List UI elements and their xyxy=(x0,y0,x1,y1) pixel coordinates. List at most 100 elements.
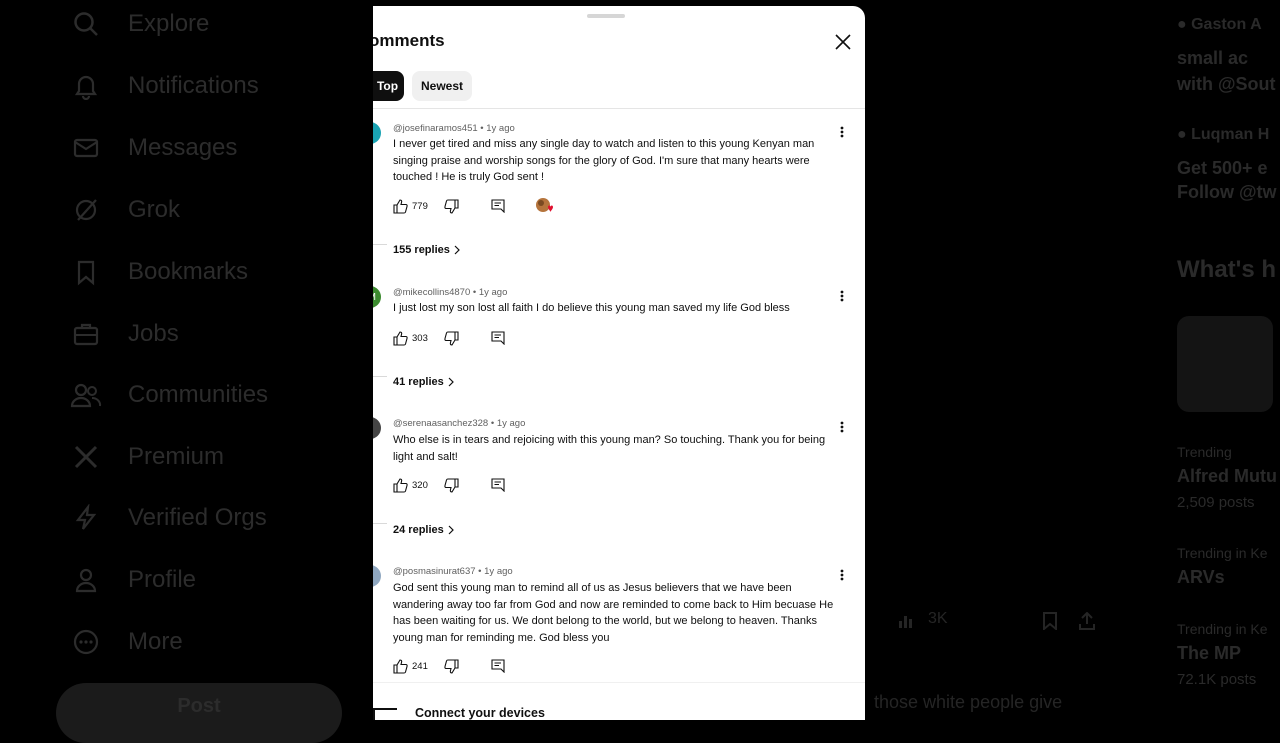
nav-bookmarks-label: Bookmarks xyxy=(128,258,248,286)
thumb-down-icon xyxy=(444,199,459,214)
nav-verified-orgs[interactable]: Verified Orgs xyxy=(70,498,267,538)
comment-text: Who else is in tears and rejoicing with … xyxy=(393,432,841,465)
comment-author[interactable]: @posmasinurat637 xyxy=(393,566,476,577)
connect-devices-link[interactable]: Connect your devices xyxy=(415,706,545,720)
right-user-2-name: Luqman H xyxy=(1191,126,1269,143)
reply-button[interactable] xyxy=(491,199,505,213)
right-column: ● Gaston A small ac with @Sout ● Luqman … xyxy=(1177,0,1280,720)
comment-time: 1y ago xyxy=(479,287,508,298)
right-user-1-name: Gaston A xyxy=(1191,16,1262,33)
nav-verified-orgs-label: Verified Orgs xyxy=(128,504,267,532)
tab-newest[interactable]: Newest xyxy=(412,71,472,101)
nav-more[interactable]: More xyxy=(70,622,183,662)
whats-happening-title: What's h xyxy=(1177,256,1276,284)
trend-1-posts: 2,509 posts xyxy=(1177,494,1255,511)
comment-author[interactable]: @josefinaramos451 xyxy=(393,123,478,134)
trend-3-title[interactable]: The MP xyxy=(1177,643,1241,664)
drag-handle[interactable] xyxy=(587,14,625,18)
trend-2-meta: Trending in Ke xyxy=(1177,545,1268,561)
nav-notifications-label: Notifications xyxy=(128,72,259,100)
avatar[interactable]: M xyxy=(373,286,381,308)
thumb-down-icon xyxy=(444,659,459,674)
nav-premium[interactable]: Premium xyxy=(70,437,224,477)
comment-actions: 241 xyxy=(393,657,505,675)
thumb-down-icon xyxy=(444,331,459,346)
comment-author[interactable]: @mikecollins4870 xyxy=(393,287,470,298)
comment-time: 1y ago xyxy=(484,566,513,577)
nav-more-label: More xyxy=(128,628,183,656)
avatar[interactable] xyxy=(373,122,381,144)
trend-thumbnail[interactable] xyxy=(1177,316,1273,412)
bookmark-post-icon[interactable] xyxy=(1042,612,1058,630)
close-button[interactable] xyxy=(831,30,855,54)
thumb-down-icon xyxy=(444,478,459,493)
nav-communities[interactable]: Communities xyxy=(70,375,268,415)
like-button[interactable]: 241 xyxy=(393,659,428,674)
nav-jobs[interactable]: Jobs xyxy=(70,314,179,354)
nav-premium-label: Premium xyxy=(128,443,224,471)
comment-text: I never get tired and miss any single da… xyxy=(393,136,841,186)
footer-divider xyxy=(373,682,865,683)
share-icon[interactable] xyxy=(1078,612,1096,630)
reply-button[interactable] xyxy=(491,659,505,673)
reply-button[interactable] xyxy=(491,331,505,345)
avatar-letter: M xyxy=(373,292,376,303)
thumb-up-icon xyxy=(393,478,408,493)
nav-profile[interactable]: Profile xyxy=(70,560,196,600)
like-count: 303 xyxy=(412,333,428,344)
chevron-right-icon xyxy=(454,245,460,255)
nav-explore-label: Explore xyxy=(128,10,209,38)
x-logo-icon xyxy=(70,441,102,473)
post-text-fragment: those white people give xyxy=(874,692,1062,713)
post-button[interactable]: Post xyxy=(56,683,342,743)
thread-line xyxy=(373,244,387,245)
reply-button[interactable] xyxy=(491,478,505,492)
like-button[interactable]: 303 xyxy=(393,331,428,346)
close-icon xyxy=(835,34,851,50)
bookmark-icon xyxy=(70,256,102,288)
nav-bookmarks[interactable]: Bookmarks xyxy=(70,252,248,292)
comment-text: God sent this young man to remind all of… xyxy=(393,580,841,646)
dislike-button[interactable] xyxy=(444,199,459,214)
dislike-button[interactable] xyxy=(444,478,459,493)
nav-messages[interactable]: Messages xyxy=(70,128,237,168)
analytics-icon xyxy=(898,613,914,629)
like-count: 779 xyxy=(412,201,428,212)
view-replies-button[interactable]: 155 replies xyxy=(393,244,460,256)
comment-time: 1y ago xyxy=(497,418,526,429)
dislike-button[interactable] xyxy=(444,331,459,346)
trend-2-title[interactable]: ARVs xyxy=(1177,567,1225,588)
nav-notifications[interactable]: Notifications xyxy=(70,66,259,106)
like-count: 320 xyxy=(412,480,428,491)
nav-grok[interactable]: Grok xyxy=(70,190,180,230)
bell-icon xyxy=(70,70,102,102)
nav-profile-label: Profile xyxy=(128,566,196,594)
dislike-button[interactable] xyxy=(444,659,459,674)
chevron-right-icon xyxy=(448,377,454,387)
replies-label: 24 replies xyxy=(393,524,444,536)
comment-time: 1y ago xyxy=(486,123,515,134)
trend-1-title[interactable]: Alfred Mutu xyxy=(1177,466,1277,487)
comment-author[interactable]: @serenaasanchez328 xyxy=(393,418,488,429)
like-button[interactable]: 320 xyxy=(393,478,428,493)
like-button[interactable]: 779 xyxy=(393,199,428,214)
comment-text: I just lost my son lost all faith I do b… xyxy=(393,300,841,317)
thumb-up-icon xyxy=(393,331,408,346)
right-line-4: Follow @tw xyxy=(1177,182,1277,203)
comment-meta: @serenaasanchez328 • 1y ago xyxy=(393,418,525,429)
post-button-label: Post xyxy=(177,695,220,718)
avatar[interactable] xyxy=(373,565,381,587)
nav-communities-label: Communities xyxy=(128,381,268,409)
thread-line xyxy=(373,523,387,524)
mail-icon xyxy=(70,132,102,164)
comment-actions: 779 xyxy=(393,197,555,215)
avatar[interactable] xyxy=(373,417,381,439)
reply-icon xyxy=(491,199,505,213)
nav-explore[interactable]: Explore xyxy=(70,4,209,44)
tab-top[interactable]: Top xyxy=(373,71,404,101)
view-replies-button[interactable]: 41 replies xyxy=(393,376,454,388)
trend-3-posts: 72.1K posts xyxy=(1177,671,1256,688)
like-count: 241 xyxy=(412,661,428,672)
right-line-1: small ac xyxy=(1177,48,1248,69)
view-replies-button[interactable]: 24 replies xyxy=(393,524,454,536)
